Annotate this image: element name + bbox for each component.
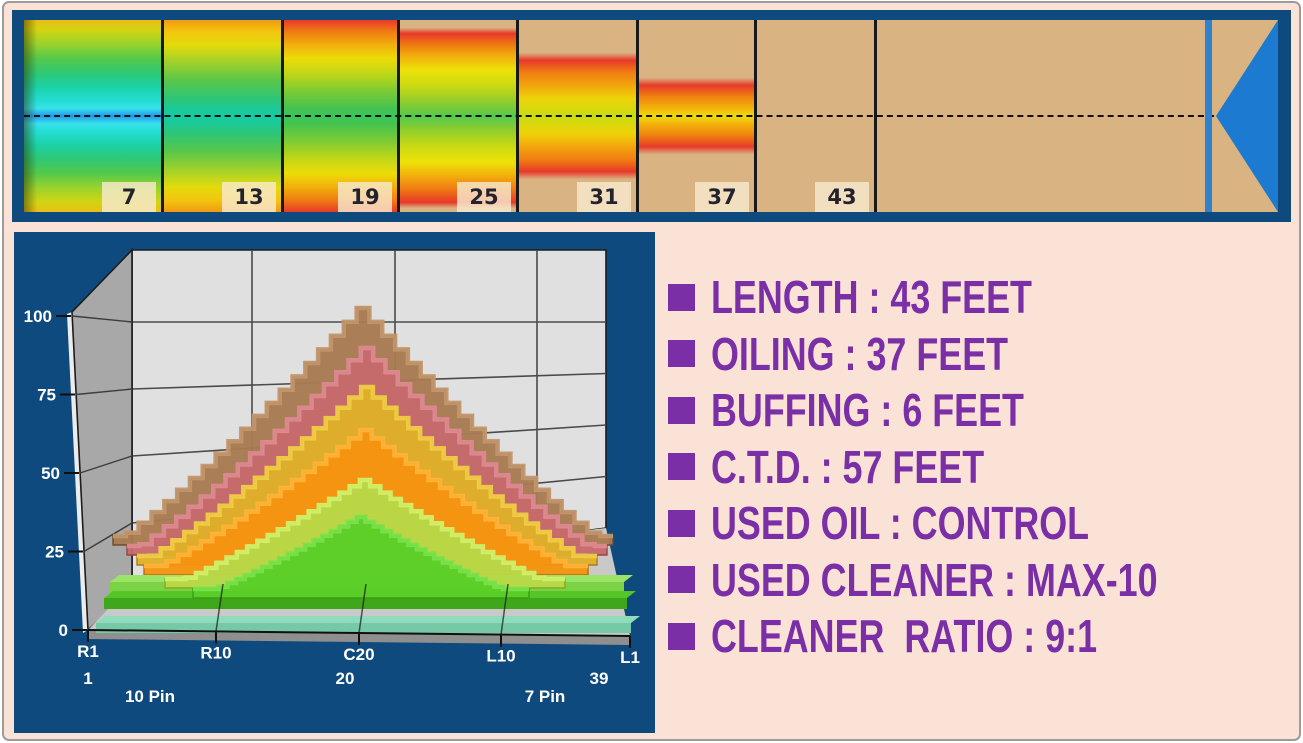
oil-3d-chart: 0 25 50 75 100 R1 R10 C20 L10 L1 1 20 39 10 Pin 7 Pin xyxy=(14,232,655,733)
lane-oil-strip: 7 13 19 25 31 37 43 xyxy=(12,10,1291,222)
y-tick-label: 100 xyxy=(24,307,52,326)
info-row-oiling: OILING : 37 FEET xyxy=(668,331,1092,377)
oil-3d-chart-panel: 0 25 50 75 100 R1 R10 C20 L10 L1 1 20 39 10 Pin 7 Pin xyxy=(14,232,655,733)
info-text: C.T.D. : 57 FEET xyxy=(711,444,984,490)
info-row-buffing: BUFFING : 6 FEET xyxy=(668,387,1112,433)
pin-deck-arrow-icon xyxy=(1216,20,1278,212)
x-tick-label: C20 xyxy=(343,645,374,664)
info-text: USED CLEANER : MAX-10 xyxy=(711,557,1158,603)
lane-center-dashed-line xyxy=(24,115,1214,117)
x-tick-label: R10 xyxy=(200,643,231,662)
x-tick-label: L10 xyxy=(486,647,515,666)
bullet-square-icon xyxy=(668,397,695,424)
bullet-square-icon xyxy=(668,284,695,311)
distance-marker-7: 7 xyxy=(102,182,156,212)
bullet-square-icon xyxy=(668,510,695,537)
distance-marker-43: 43 xyxy=(815,182,869,212)
y-tick-label: 25 xyxy=(45,543,64,562)
pin-label: 7 Pin xyxy=(525,687,566,706)
bullet-square-icon xyxy=(668,453,695,480)
board-number-label: 39 xyxy=(590,669,609,688)
board-number-label: 1 xyxy=(83,669,92,688)
info-row-cleaner-ratio: CLEANER RATIO : 9:1 xyxy=(668,613,1206,659)
info-row-c-t-d-: C.T.D. : 57 FEET xyxy=(668,444,1061,490)
info-row-used-oil: USED OIL : CONTROL xyxy=(668,500,1196,546)
distance-marker-25: 25 xyxy=(457,182,511,212)
pin-label: 10 Pin xyxy=(125,687,175,706)
x-tick-label: R1 xyxy=(77,642,99,661)
info-row-length: LENGTH : 43 FEET xyxy=(668,274,1122,320)
info-text: USED OIL : CONTROL xyxy=(711,500,1089,546)
distance-marker-13: 13 xyxy=(222,182,276,212)
distance-marker-19: 19 xyxy=(338,182,392,212)
info-row-used-cleaner: USED CLEANER : MAX-10 xyxy=(668,557,1284,603)
x-tick-label: L1 xyxy=(620,648,640,667)
bullet-square-icon xyxy=(668,340,695,367)
info-text: OILING : 37 FEET xyxy=(711,331,1008,377)
lane-oil-strip-content: 7 13 19 25 31 37 43 xyxy=(24,20,1278,212)
y-tick-label: 75 xyxy=(37,386,56,405)
y-tick-label: 0 xyxy=(59,621,68,640)
pattern-info-panel: LENGTH : 43 FEET OILING : 37 FEET BUFFING … xyxy=(668,232,1293,733)
pin-deck-line xyxy=(1205,20,1212,212)
distance-marker-31: 31 xyxy=(577,182,631,212)
info-text: LENGTH : 43 FEET xyxy=(711,274,1032,320)
bullet-square-icon xyxy=(668,566,695,593)
info-text: BUFFING : 6 FEET xyxy=(711,387,1024,433)
bullet-square-icon xyxy=(668,623,695,650)
distance-marker-37: 37 xyxy=(695,182,749,212)
board-number-label: 20 xyxy=(336,669,355,688)
y-tick-label: 50 xyxy=(41,464,60,483)
info-text: CLEANER RATIO : 9:1 xyxy=(711,613,1097,659)
